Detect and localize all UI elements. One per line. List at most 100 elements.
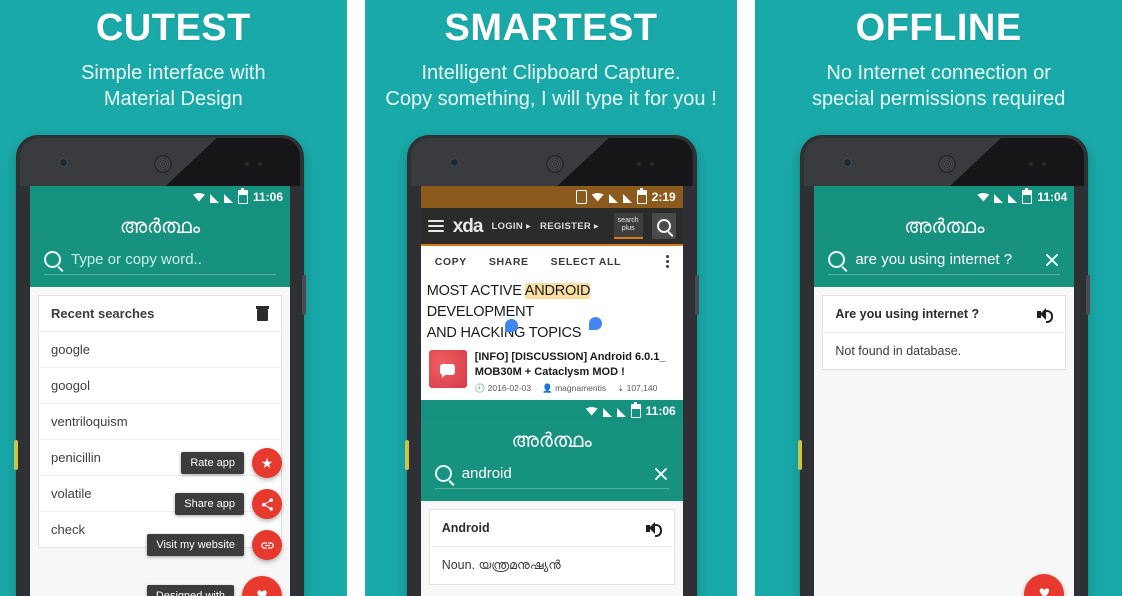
screen-content: Android Noun. യന്ത്രമനുഷ്യൻ — [420, 501, 683, 596]
result-card: Android Noun. യന്ത്രമനുഷ്യൻ — [428, 509, 675, 585]
speaker-icon[interactable] — [645, 521, 662, 537]
app-bar: അർത്ഥം are you using internet ? — [814, 208, 1075, 287]
search-input[interactable]: are you using internet ? — [855, 251, 1034, 268]
status-bar-clock: 2:19 — [651, 190, 676, 204]
list-item[interactable]: google — [39, 332, 281, 368]
subhead-line-2: Copy something, I will type it for you ! — [385, 88, 717, 110]
list-item[interactable]: googol — [39, 368, 281, 404]
search-bar[interactable]: android — [434, 465, 669, 489]
heart-icon[interactable]: ♥ — [1024, 574, 1065, 596]
text-selection-action-bar: COPY SHARE SELECT ALL — [420, 246, 683, 277]
speaker-icon[interactable] — [1037, 307, 1054, 323]
result-card: Are you using internet ? Not found in da… — [822, 295, 1067, 370]
thread-date: 🕘 2016-02-03 — [474, 383, 532, 393]
screenshot-collage: CUTEST Simple interface with Material De… — [0, 0, 1122, 596]
xda-thread-item[interactable]: [INFO] [DISCUSSION] Android 6.0.1_ MOB30… — [427, 344, 677, 398]
search-input[interactable]: Type or copy word.. — [71, 251, 276, 268]
power-button[interactable] — [302, 275, 306, 315]
phone-screen: 2:19 xda LOGIN ▸ REGISTER ▸ search plus — [420, 186, 683, 596]
trash-icon[interactable] — [256, 306, 269, 321]
tagline-post: DEVELOPMENT — [426, 304, 535, 320]
heart-icon[interactable]: ♥ — [242, 576, 282, 596]
copy-button[interactable]: COPY — [435, 256, 467, 268]
thread-title: [INFO] [DISCUSSION] Android 6.0.1_ MOB30… — [474, 351, 666, 378]
subhead-line-2: special permissions required — [811, 88, 1066, 110]
signal-icon-1 — [209, 193, 219, 203]
front-camera-icon — [450, 159, 458, 166]
panel-headline: SMARTEST — [444, 7, 658, 49]
feature-panel-smartest: SMARTEST Intelligent Clipboard Capture. … — [364, 0, 738, 596]
battery-icon — [1022, 188, 1033, 204]
selection-handle-end-icon[interactable] — [588, 317, 602, 330]
search-icon — [44, 251, 61, 268]
fab-favorite[interactable]: ♥ — [1024, 574, 1065, 596]
power-button[interactable] — [1086, 275, 1091, 315]
volume-button[interactable] — [14, 440, 18, 470]
search-plus-button[interactable]: search plus — [613, 213, 643, 239]
panel-divider — [737, 0, 756, 596]
android-status-bar: 11:06 — [30, 186, 290, 208]
subhead-line-2: Material Design — [103, 88, 243, 110]
search-button[interactable] — [651, 213, 676, 239]
front-camera-icon — [60, 159, 67, 166]
earpiece-speaker-icon — [155, 156, 171, 172]
clear-icon[interactable] — [1044, 252, 1060, 268]
tagline-pre: MOST ACTIVE — [426, 283, 525, 299]
search-icon — [828, 251, 846, 268]
selection-handle-start-icon[interactable] — [504, 319, 518, 332]
volume-button[interactable] — [798, 440, 803, 470]
status-bar-clock: 11:06 — [252, 190, 283, 204]
fab-share-app[interactable]: Share app — [175, 489, 282, 519]
screen-content: Are you using internet ? Not found in da… — [814, 287, 1075, 596]
clear-icon[interactable] — [653, 466, 669, 482]
overflow-menu-icon[interactable] — [665, 255, 669, 268]
xda-tagline: MOST ACTIVE ANDROID DEVELOPMENT AND HACK… — [427, 281, 677, 344]
recent-searches-title: Recent searches — [51, 306, 155, 321]
panel-subheadline: Simple interface with Material Design — [0, 60, 347, 112]
fab-tooltip: Rate app — [181, 452, 244, 474]
earpiece-speaker-icon — [546, 156, 563, 172]
app-bar: അർത്ഥം android — [420, 422, 683, 501]
fab-visit-website[interactable]: Visit my website — [147, 530, 282, 560]
phone-mockup: 11:06 അർത്ഥം Type or copy word.. Recent … — [14, 135, 306, 596]
comment-bubble-icon — [440, 363, 456, 378]
share-icon[interactable] — [252, 489, 282, 519]
panel-divider — [346, 0, 365, 596]
tagline-highlight: ANDROID — [524, 283, 591, 299]
thread-thumbnail — [428, 350, 467, 388]
thread-info: [INFO] [DISCUSSION] Android 6.0.1_ MOB30… — [475, 350, 675, 394]
fab-rate-app[interactable]: Rate app ★ — [181, 448, 282, 478]
search-bar[interactable]: are you using internet ? — [828, 251, 1061, 275]
xda-login-link[interactable]: LOGIN ▸ — [491, 221, 531, 232]
search-bar[interactable]: Type or copy word.. — [44, 251, 276, 275]
signal-icon-1 — [602, 407, 612, 417]
result-word: Android — [441, 521, 490, 535]
list-item[interactable]: ventriloquism — [39, 404, 281, 440]
wifi-icon — [585, 406, 598, 416]
result-word: Are you using internet ? — [835, 307, 980, 321]
android-status-bar-top: 2:19 — [420, 186, 683, 208]
signal-icon-2 — [1008, 193, 1018, 203]
share-glyph — [261, 497, 273, 511]
link-icon[interactable] — [252, 530, 282, 560]
wifi-icon — [977, 192, 990, 202]
thread-meta: 🕘 2016-02-03 👤 magnamentis ⇣ 107,140 — [475, 383, 675, 394]
xda-register-link[interactable]: REGISTER ▸ — [540, 221, 599, 232]
search-input[interactable]: android — [462, 465, 643, 482]
share-button[interactable]: SHARE — [489, 256, 529, 268]
star-icon[interactable]: ★ — [252, 448, 282, 478]
select-all-button[interactable]: SELECT ALL — [551, 256, 621, 268]
search-icon — [656, 219, 671, 233]
fab-designed-with[interactable]: Designed with ♥ — [146, 576, 282, 596]
battery-icon — [636, 188, 647, 204]
search-icon — [434, 465, 452, 482]
battery-icon — [630, 402, 641, 418]
power-button[interactable] — [694, 275, 699, 315]
panel-subheadline: No Internet connection or special permis… — [755, 60, 1122, 112]
fab-tooltip: Designed with — [146, 585, 234, 596]
proximity-sensor-icon — [636, 162, 641, 166]
panel-subheadline: Intelligent Clipboard Capture. Copy some… — [365, 60, 738, 112]
volume-button[interactable] — [404, 440, 409, 470]
fab-tooltip: Share app — [175, 493, 244, 515]
hamburger-icon[interactable] — [427, 220, 444, 232]
